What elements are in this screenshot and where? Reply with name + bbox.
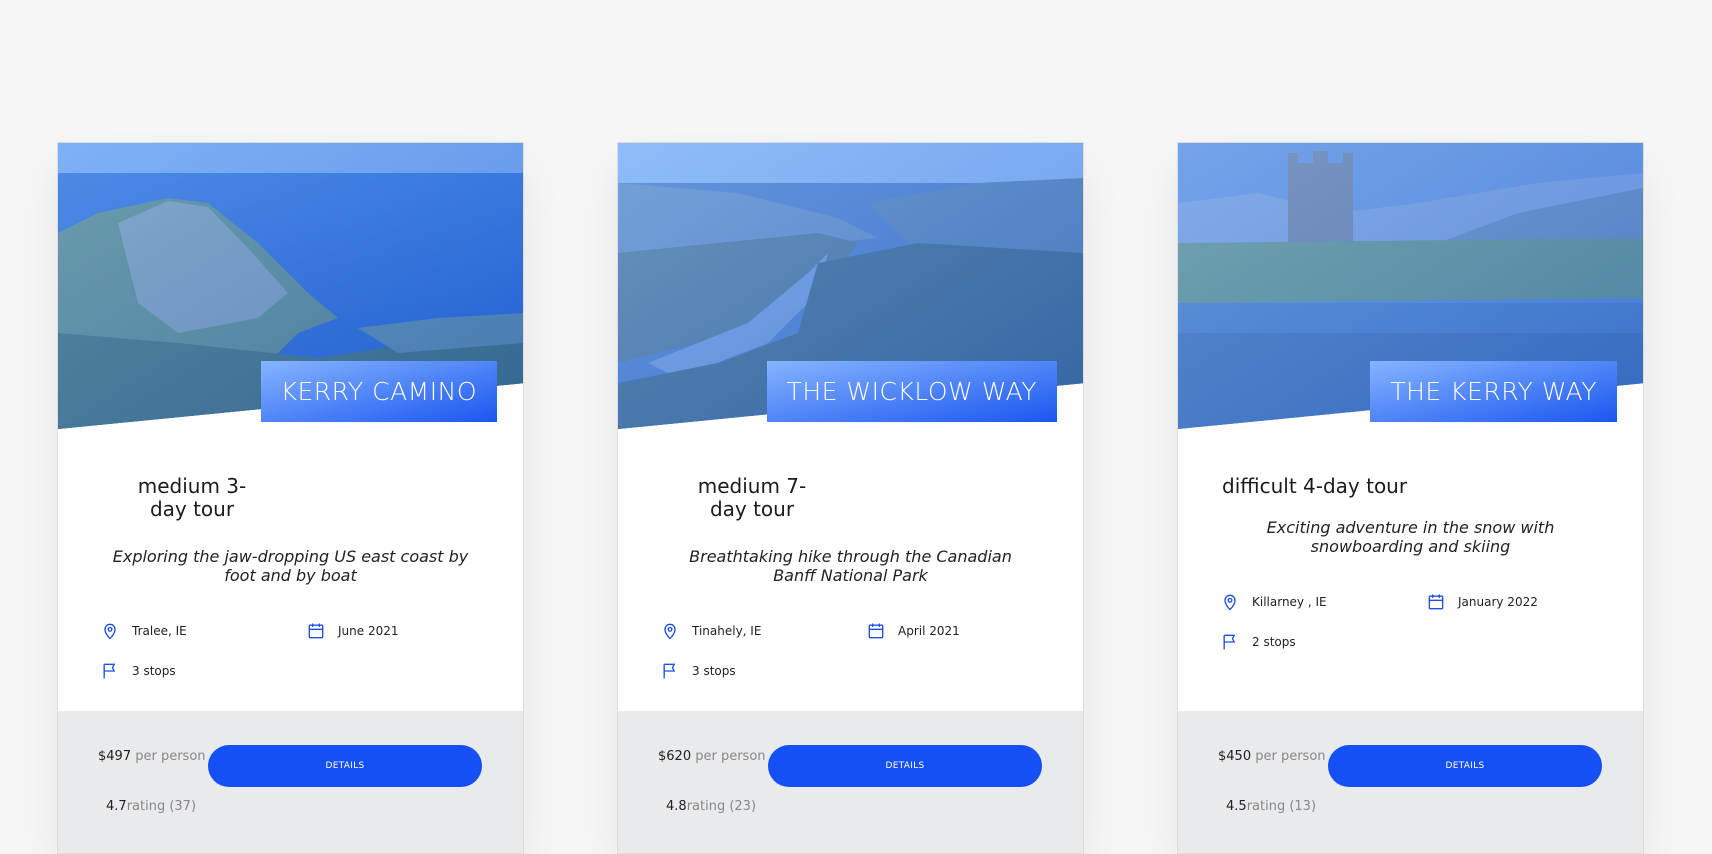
detail-date: January 2022: [1428, 592, 1608, 612]
card-footer: $497 per person 4.7rating (37) DETAILS: [58, 711, 523, 853]
rating: 4.7rating (37): [106, 799, 196, 814]
price: $620 per person: [658, 749, 766, 764]
rating-value: 4.8: [666, 799, 687, 814]
rating: 4.5rating (13): [1226, 799, 1316, 814]
flag-icon: [1223, 634, 1236, 650]
card-footer: $450 per person 4.5rating (13) DETAILS: [1178, 711, 1643, 853]
card-header: THE KERRY WAY: [1178, 143, 1643, 429]
flag-icon: [103, 663, 116, 679]
tour-card-kerry-camino: KERRY CAMINO medium 3-day tour Exploring…: [57, 142, 524, 854]
calendar-icon: [868, 623, 884, 639]
map-pin-icon: [664, 623, 676, 640]
location-text: Tralee, IE: [132, 624, 187, 638]
tour-cards: KERRY CAMINO medium 3-day tour Exploring…: [57, 142, 1644, 854]
price-unit: per person: [131, 749, 206, 764]
stops-text: 3 stops: [692, 664, 736, 678]
card-header: KERRY CAMINO: [58, 143, 523, 429]
detail-location: Tinahely, IE: [662, 621, 868, 641]
detail-stops: 2 stops: [1222, 632, 1428, 652]
tour-difficulty-duration: medium 7-day tour: [697, 474, 807, 521]
details-button[interactable]: DETAILS: [208, 745, 482, 787]
details-button[interactable]: DETAILS: [1328, 745, 1602, 787]
tour-summary: Breathtaking hike through the Canadian B…: [689, 547, 1012, 585]
card-footer: $620 per person 4.8rating (23) DETAILS: [618, 711, 1083, 853]
rating-unit: rating (23): [686, 799, 757, 814]
detail-date: April 2021: [868, 621, 1048, 641]
calendar-icon: [1428, 594, 1444, 610]
rating-value: 4.5: [1226, 799, 1247, 814]
details-button[interactable]: DETAILS: [768, 745, 1042, 787]
card-body: difficult 4-day tour Exciting adventure …: [1178, 475, 1643, 652]
tour-name: THE WICKLOW WAY: [766, 361, 1057, 422]
price-value: $620: [658, 749, 692, 764]
price-unit: per person: [1251, 749, 1326, 764]
stops-text: 3 stops: [132, 664, 176, 678]
rating-value: 4.7: [106, 799, 127, 814]
price-value: $450: [1218, 749, 1252, 764]
card-body: medium 3-day tour Exploring the jaw-drop…: [58, 475, 523, 681]
rating: 4.8rating (23): [666, 799, 756, 814]
location-text: Tinahely, IE: [692, 624, 762, 638]
tour-name: THE KERRY WAY: [1370, 361, 1617, 422]
rating-unit: rating (13): [1246, 799, 1317, 814]
detail-location: Killarney , IE: [1222, 592, 1428, 612]
detail-stops: 3 stops: [662, 661, 868, 681]
tour-details: Killarney , IE January 2022 2 stops: [1222, 592, 1599, 652]
tour-details: Tralee, IE June 2021 3 stops: [102, 621, 479, 681]
detail-location: Tralee, IE: [102, 621, 308, 641]
tour-name: KERRY CAMINO: [260, 361, 497, 422]
tour-difficulty-duration: medium 3-day tour: [137, 474, 247, 521]
tour-summary: Exciting adventure in the snow with snow…: [1266, 518, 1555, 556]
tour-summary: Exploring the jaw-dropping US east coast…: [112, 547, 469, 585]
tour-card-wicklow-way: THE WICKLOW WAY medium 7-day tour Breath…: [617, 142, 1084, 854]
stops-text: 2 stops: [1252, 635, 1296, 649]
price: $450 per person: [1218, 749, 1326, 764]
tour-difficulty-duration: difficult 4-day tour: [1222, 474, 1408, 498]
price-unit: per person: [691, 749, 766, 764]
location-text: Killarney , IE: [1252, 595, 1327, 609]
card-body: medium 7-day tour Breathtaking hike thro…: [618, 475, 1083, 681]
date-text: April 2021: [898, 624, 960, 638]
price-value: $497: [98, 749, 132, 764]
date-text: January 2022: [1458, 595, 1538, 609]
date-text: June 2021: [338, 624, 399, 638]
tour-details: Tinahely, IE April 2021 3 stops: [662, 621, 1039, 681]
map-pin-icon: [1224, 594, 1236, 611]
flag-icon: [663, 663, 676, 679]
detail-date: June 2021: [308, 621, 488, 641]
calendar-icon: [308, 623, 324, 639]
tour-card-kerry-way: THE KERRY WAY difficult 4-day tour Excit…: [1177, 142, 1644, 854]
detail-stops: 3 stops: [102, 661, 308, 681]
price: $497 per person: [98, 749, 206, 764]
rating-unit: rating (37): [126, 799, 197, 814]
map-pin-icon: [104, 623, 116, 640]
card-header: THE WICKLOW WAY: [618, 143, 1083, 429]
